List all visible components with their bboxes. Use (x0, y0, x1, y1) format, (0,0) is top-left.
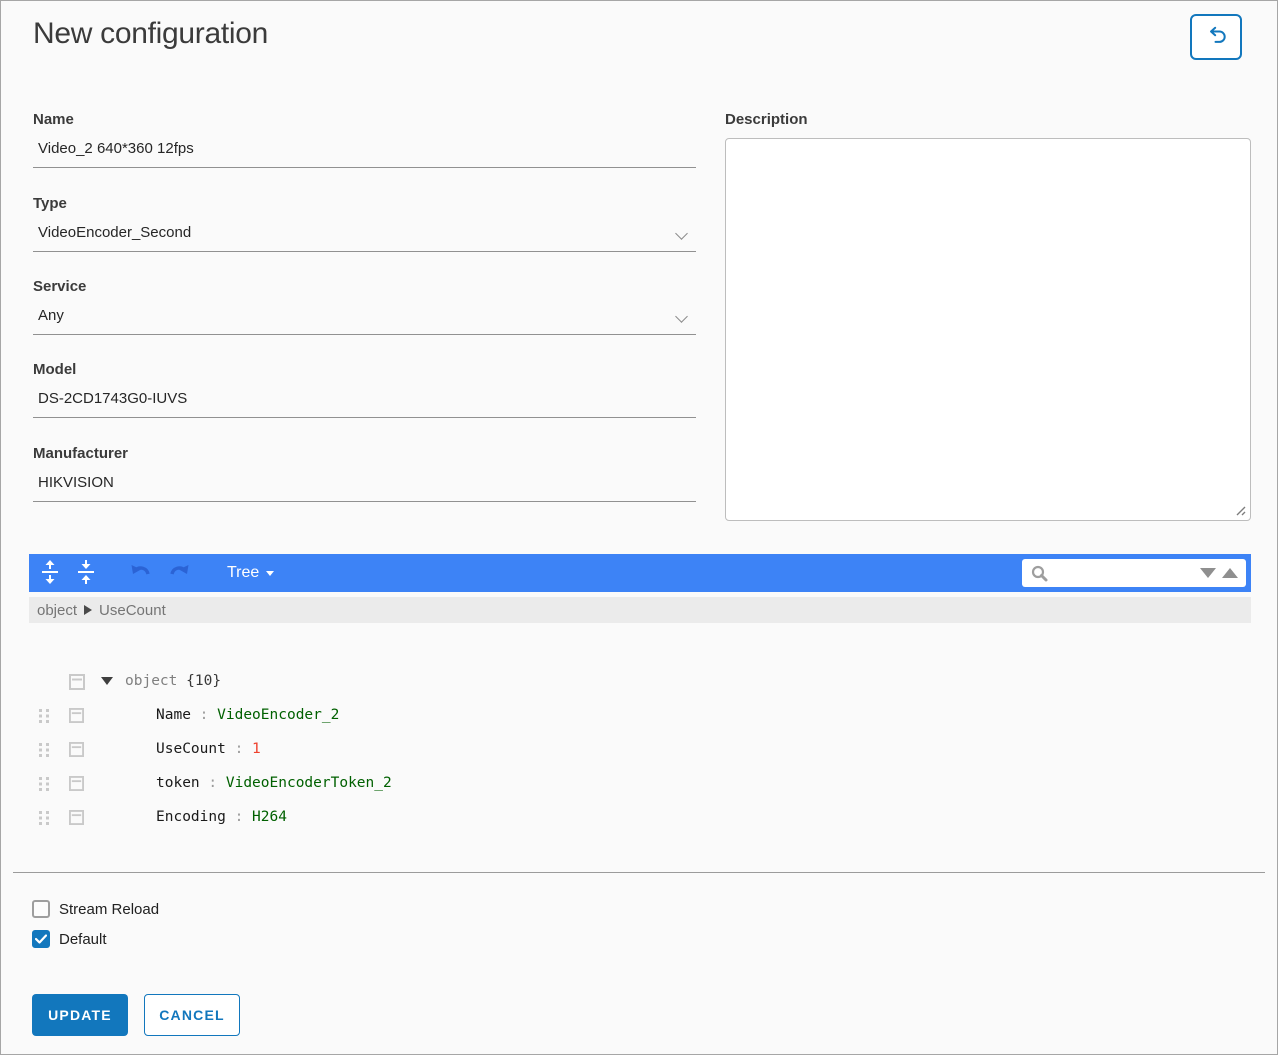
caret-down-icon (266, 571, 274, 576)
redo-icon (166, 561, 190, 586)
tree-row: token VideoEncoderToken_2 (29, 767, 1251, 801)
undo-button[interactable] (129, 560, 155, 586)
collapse-all-button[interactable] (73, 560, 99, 586)
name-label: Name (33, 111, 696, 128)
tree-field[interactable]: token (156, 775, 200, 791)
checkbox-checked-icon[interactable] (32, 930, 50, 948)
breadcrumb-arrow-icon (84, 605, 92, 615)
search-box (1022, 559, 1246, 587)
drag-handle-icon[interactable] (39, 811, 52, 829)
tree-row-root: object {10} (29, 665, 1251, 699)
new-configuration-page: New configuration Name Video_2 640*360 1… (0, 0, 1278, 1055)
drag-handle-icon[interactable] (39, 709, 52, 727)
breadcrumb-segment[interactable]: object (37, 602, 77, 619)
tree-row: Name VideoEncoder_2 (29, 699, 1251, 733)
breadcrumb: object UseCount (29, 597, 1251, 623)
checkbox-unchecked-icon[interactable] (32, 900, 50, 918)
json-editor: Tree object UseCount (29, 554, 1251, 835)
service-field-group: Service Any (33, 278, 696, 335)
model-label: Model (33, 361, 696, 378)
return-arrow-icon (1203, 22, 1229, 53)
context-menu-icon[interactable] (69, 708, 84, 727)
context-menu-icon[interactable] (69, 742, 84, 761)
undo-icon (130, 561, 154, 586)
chevron-down-icon (675, 227, 688, 240)
type-field-group: Type VideoEncoder_Second (33, 195, 696, 252)
name-input[interactable]: Video_2 640*360 12fps (33, 138, 696, 168)
type-label: Type (33, 195, 696, 212)
mode-dropdown-label: Tree (227, 564, 259, 582)
tree-value[interactable]: H264 (252, 809, 287, 825)
tree-row: Encoding H264 (29, 801, 1251, 835)
page-title: New configuration (33, 17, 268, 51)
search-previous-button[interactable] (1222, 568, 1238, 578)
field-separator (226, 809, 252, 825)
tree-field[interactable]: Name (156, 707, 191, 723)
model-input[interactable]: DS-2CD1743G0-IUVS (33, 388, 696, 418)
breadcrumb-segment[interactable]: UseCount (99, 602, 166, 619)
collapse-caret-icon[interactable] (101, 677, 113, 685)
json-editor-toolbar: Tree (29, 554, 1251, 592)
tree-value[interactable]: VideoEncoder_2 (217, 707, 339, 723)
type-select[interactable]: VideoEncoder_Second (33, 222, 696, 252)
context-menu-icon[interactable] (69, 674, 85, 694)
root-count: {10} (186, 673, 221, 689)
field-separator (200, 775, 226, 791)
name-field-group: Name Video_2 640*360 12fps (33, 111, 696, 168)
chevron-down-icon (675, 310, 688, 323)
manufacturer-label: Manufacturer (33, 445, 696, 462)
search-input[interactable] (1055, 565, 1194, 581)
stream-reload-checkbox-row[interactable]: Stream Reload (32, 900, 159, 918)
search-next-button[interactable] (1200, 568, 1216, 578)
expand-all-icon (39, 560, 61, 587)
manufacturer-field-group: Manufacturer HIKVISION (33, 445, 696, 502)
service-label: Service (33, 278, 696, 295)
context-menu-icon[interactable] (69, 810, 84, 829)
manufacturer-input[interactable]: HIKVISION (33, 472, 696, 502)
update-button[interactable]: UPDATE (32, 994, 128, 1036)
tree-field[interactable]: UseCount (156, 741, 226, 757)
default-label: Default (59, 931, 107, 948)
back-button[interactable] (1190, 14, 1242, 60)
field-separator (226, 741, 252, 757)
magnifier-icon (1030, 564, 1049, 583)
default-checkbox-row[interactable]: Default (32, 930, 107, 948)
type-select-value: VideoEncoder_Second (38, 224, 191, 241)
stream-reload-label: Stream Reload (59, 901, 159, 918)
tree-value[interactable]: VideoEncoderToken_2 (226, 775, 392, 791)
model-field-group: Model DS-2CD1743G0-IUVS (33, 361, 696, 418)
drag-handle-icon[interactable] (39, 777, 52, 795)
context-menu-icon[interactable] (69, 776, 84, 795)
section-divider (13, 872, 1265, 873)
service-select[interactable]: Any (33, 305, 696, 335)
service-select-value: Any (38, 307, 64, 324)
field-separator (191, 707, 217, 723)
cancel-button[interactable]: CANCEL (144, 994, 240, 1036)
redo-button[interactable] (165, 560, 191, 586)
drag-handle-icon[interactable] (39, 743, 52, 761)
description-input[interactable] (725, 138, 1251, 521)
tree-field[interactable]: Encoding (156, 809, 226, 825)
mode-dropdown[interactable]: Tree (227, 564, 274, 582)
description-label: Description (725, 111, 808, 128)
root-label: object (125, 673, 177, 689)
tree-row: UseCount 1 (29, 733, 1251, 767)
expand-all-button[interactable] (37, 560, 63, 586)
collapse-all-icon (75, 560, 97, 587)
tree-value[interactable]: 1 (252, 741, 261, 757)
json-tree: object {10} NameVideoEncoder_2 Us (29, 665, 1251, 835)
